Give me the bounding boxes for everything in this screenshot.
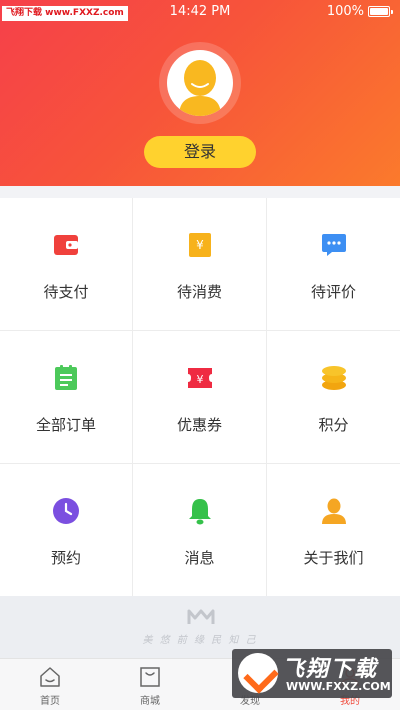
login-button[interactable]: 登录 <box>144 136 256 168</box>
grid-item-label: 预约 <box>50 549 81 567</box>
tab-mall[interactable]: 商城 <box>100 659 200 710</box>
battery-icon <box>368 6 393 17</box>
watermark-logo-icon <box>238 653 278 693</box>
shopping-bag-icon <box>140 667 160 687</box>
grid-item-pending-consumption[interactable]: ¥ 待消费 <box>133 198 267 331</box>
download-site-watermark: 飞翔下载 WWW.FXXZ.COM <box>232 649 392 698</box>
brand-slogan: 美 悠 前 缘 民 知 己 <box>142 635 258 646</box>
person-icon <box>321 498 346 524</box>
bell-icon <box>188 499 211 525</box>
tab-home[interactable]: 首页 <box>0 659 100 710</box>
grid-item-label: 待评价 <box>310 283 356 301</box>
watermark-url: WWW.FXXZ.COM <box>286 680 391 693</box>
grid-item-label: 全部订单 <box>35 416 96 434</box>
function-grid: 待支付 ¥ 待消费 待评价 全部订单 ¥ 优惠券 积分 预约 消息 关于我们 <box>0 198 400 596</box>
grid-item-all-orders[interactable]: 全部订单 <box>0 331 133 464</box>
grid-item-points[interactable]: 积分 <box>267 331 400 464</box>
clock-icon <box>53 498 79 524</box>
grid-item-label: 优惠券 <box>176 416 222 434</box>
tab-label: 首页 <box>40 696 60 707</box>
user-avatar-icon <box>179 60 221 116</box>
svg-text:¥: ¥ <box>196 238 204 252</box>
coins-icon <box>321 366 346 390</box>
coupon-icon: ¥ <box>187 368 212 388</box>
battery-percent: 100% <box>326 4 364 19</box>
status-bar: 飞翔下载 www.FXXZ.com 14:42 PM 100% <box>0 0 400 24</box>
brand-logo-icon <box>187 609 215 624</box>
grid-item-label: 待支付 <box>43 283 89 301</box>
grid-item-label: 消息 <box>184 549 215 567</box>
watermark-title: 飞翔下载 <box>282 657 379 682</box>
avatar[interactable] <box>167 50 233 116</box>
avatar-ring[interactable] <box>159 42 241 124</box>
grid-item-messages[interactable]: 消息 <box>133 464 267 596</box>
grid-item-label: 待消费 <box>176 283 222 301</box>
grid-item-pending-payment[interactable]: 待支付 <box>0 198 133 331</box>
svg-text:¥: ¥ <box>196 373 203 386</box>
grid-item-label: 关于我们 <box>303 549 364 567</box>
home-icon <box>40 667 60 687</box>
yen-card-icon: ¥ <box>188 233 211 257</box>
chat-bubble-icon <box>321 234 346 256</box>
grid-item-pending-review[interactable]: 待评价 <box>267 198 400 331</box>
tab-label: 商城 <box>140 696 160 707</box>
wallet-icon <box>54 235 78 255</box>
grid-item-coupons[interactable]: ¥ 优惠券 <box>133 331 267 464</box>
profile-header: 飞翔下载 www.FXXZ.com 14:42 PM 100% 登录 <box>0 0 400 186</box>
grid-item-about-us[interactable]: 关于我们 <box>267 464 400 596</box>
grid-item-appointment[interactable]: 预约 <box>0 464 133 596</box>
order-list-icon <box>55 365 77 390</box>
grid-item-label: 积分 <box>318 416 349 434</box>
